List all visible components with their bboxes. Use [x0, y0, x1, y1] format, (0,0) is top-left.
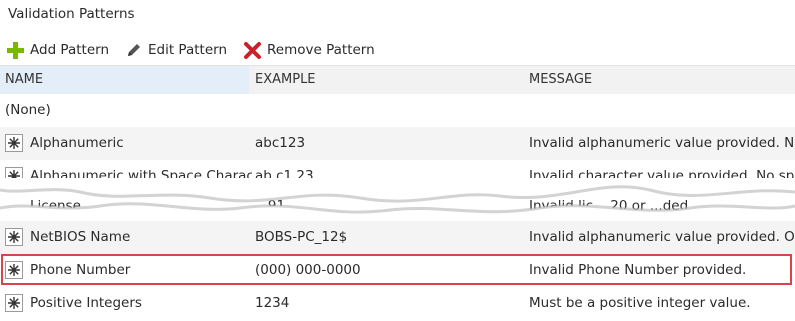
table-row[interactable]: Alphanumeric abc123 Invalid alphanumeric… — [0, 127, 795, 160]
pattern-example: (000) 000-0000 — [255, 262, 361, 278]
pattern-example: abc123 — [255, 135, 306, 151]
table-row-none[interactable]: (None) — [0, 94, 795, 127]
torn-edge-divider — [0, 178, 795, 222]
panel-title: Validation Patterns — [8, 6, 135, 22]
pattern-example: 1234 — [255, 295, 290, 311]
add-pattern-button[interactable]: Add Pattern — [6, 41, 109, 60]
asterisk-icon — [5, 228, 23, 246]
pencil-icon — [128, 44, 140, 56]
toolbar: Add Pattern Edit Pattern Remove Pattern — [6, 38, 391, 62]
pattern-message: Must be a positive integer value. — [529, 295, 751, 311]
table-header: NAME EXAMPLE MESSAGE — [0, 65, 795, 94]
table-row[interactable]: Positive Integers 1234 Must be a positiv… — [0, 287, 795, 320]
asterisk-icon — [5, 261, 23, 279]
name-column-label: NAME — [5, 72, 44, 87]
x-icon — [244, 41, 262, 59]
plus-icon — [7, 41, 24, 59]
name-column-header[interactable]: NAME — [0, 66, 249, 94]
pattern-message: Invalid alphanumeric value provided. Onl… — [529, 229, 795, 245]
none-label: (None) — [5, 102, 51, 118]
table-row-selected[interactable]: Phone Number (000) 000-0000 Invalid Phon… — [0, 254, 795, 287]
pattern-name: Positive Integers — [30, 295, 142, 311]
pattern-message: Invalid alphanumeric value provided. No … — [529, 135, 795, 151]
add-pattern-label: Add Pattern — [30, 42, 109, 58]
message-column-header[interactable]: MESSAGE — [529, 72, 592, 87]
remove-pattern-label: Remove Pattern — [267, 42, 375, 58]
pattern-example: BOBS-PC_12$ — [255, 229, 348, 245]
pattern-name: Phone Number — [30, 262, 131, 278]
asterisk-icon — [5, 294, 23, 312]
edit-pattern-button[interactable]: Edit Pattern — [125, 41, 227, 59]
pattern-name: Alphanumeric — [30, 135, 124, 151]
edit-pattern-label: Edit Pattern — [148, 42, 228, 58]
pattern-message: Invalid Phone Number provided. — [529, 262, 747, 278]
asterisk-icon — [5, 134, 23, 152]
table-row[interactable]: NetBIOS Name BOBS-PC_12$ Invalid alphanu… — [0, 221, 795, 254]
remove-pattern-button[interactable]: Remove Pattern — [243, 41, 375, 60]
example-column-header[interactable]: EXAMPLE — [255, 72, 316, 87]
pattern-name: NetBIOS Name — [30, 229, 131, 245]
